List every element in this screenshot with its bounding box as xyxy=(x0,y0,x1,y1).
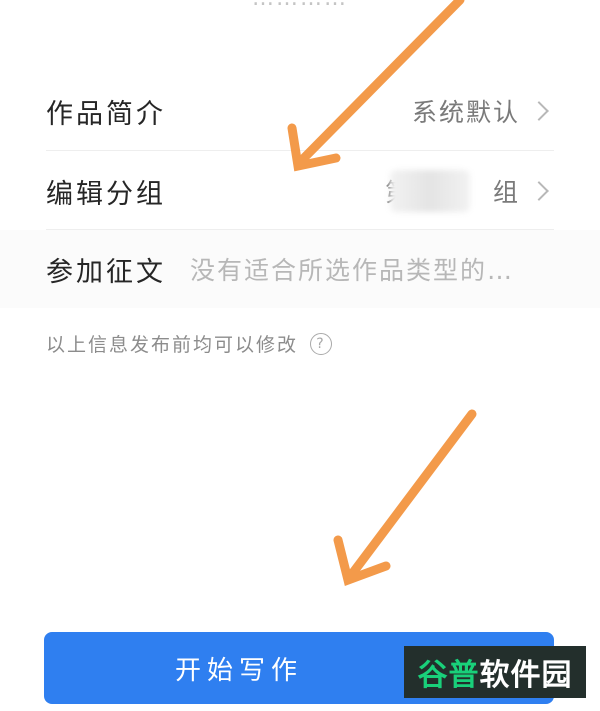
edit-hint-text: 以上信息发布前均可以修改 xyxy=(46,334,299,356)
chevron-right-icon xyxy=(529,181,549,201)
help-icon[interactable]: ? xyxy=(310,332,333,355)
edit-group-label: 编辑分组 xyxy=(46,178,166,210)
join-contest-value: 没有适合所选作品类型的… xyxy=(190,256,515,285)
brand-watermark: 谷普 软件园 xyxy=(404,646,586,698)
work-intro-value: 系统默认 xyxy=(411,98,520,127)
join-contest-label: 参加征文 xyxy=(46,256,166,288)
edit-hint: 以上信息发布前均可以修改 ? xyxy=(46,330,333,357)
blurred-region xyxy=(390,170,470,212)
watermark-brand-b: 软件园 xyxy=(479,658,573,693)
start-writing-label: 开始写作 xyxy=(174,655,303,686)
watermark-brand-a: 谷普 xyxy=(417,658,480,693)
arrow-icon xyxy=(333,409,477,586)
edit-group-row[interactable]: 编辑分组 第 组 xyxy=(0,152,600,230)
work-intro-label: 作品简介 xyxy=(46,98,166,130)
chevron-right-icon xyxy=(529,101,549,121)
divider xyxy=(46,150,554,151)
work-intro-row[interactable]: 作品简介 系统默认 xyxy=(0,72,600,150)
top-faded-text: ………… xyxy=(0,0,600,16)
join-contest-row[interactable]: 参加征文 没有适合所选作品类型的… xyxy=(0,230,600,308)
